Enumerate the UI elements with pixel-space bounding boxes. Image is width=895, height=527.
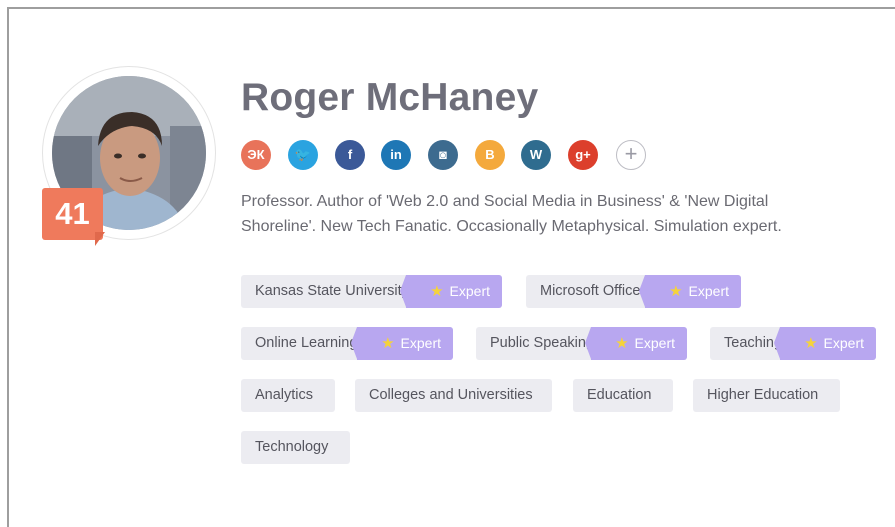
expert-label: Expert xyxy=(688,283,729,299)
skill-chip[interactable]: Analytics xyxy=(241,379,335,412)
instagram-glyph: ◙ xyxy=(439,147,447,162)
facebook-icon[interactable]: f xyxy=(335,140,365,170)
google-plus-icon[interactable]: g+ xyxy=(568,140,598,170)
wordpress-icon[interactable]: W xyxy=(521,140,551,170)
skill-chip[interactable]: Online Learning ★ Expert xyxy=(241,327,453,360)
score-badge-tail xyxy=(95,232,105,246)
skill-label: Analytics xyxy=(255,387,314,403)
skill-chip[interactable]: Colleges and Universities xyxy=(355,379,552,412)
skill-chip[interactable]: Education xyxy=(573,379,673,412)
star-icon: ★ xyxy=(381,335,395,352)
expert-badge: ★ Expert xyxy=(400,275,502,308)
twitter-glyph: 🐦 xyxy=(294,147,312,162)
star-icon: ★ xyxy=(430,283,444,300)
facebook-glyph: f xyxy=(347,147,353,162)
star-icon: ★ xyxy=(804,335,818,352)
skill-chip[interactable]: Kansas State University ★ Expert xyxy=(241,275,502,308)
expert-label: Expert xyxy=(634,335,675,351)
linkedin-glyph: in xyxy=(390,147,402,162)
skill-label: Microsoft Office xyxy=(540,283,641,299)
expert-badge: ★ Expert xyxy=(351,327,453,360)
skill-chip[interactable]: Technology xyxy=(241,431,350,464)
skill-chip[interactable]: Teaching ★ Expert xyxy=(710,327,876,360)
twitter-icon[interactable]: 🐦 xyxy=(288,140,318,170)
blogger-icon[interactable]: B xyxy=(475,140,505,170)
bio-line-2: Shoreline'. New Tech Fanatic. Occasional… xyxy=(241,218,782,235)
skill-label: Colleges and Universities xyxy=(369,387,533,403)
skill-chip[interactable]: Higher Education xyxy=(693,379,840,412)
xing-icon[interactable]: ЭК xyxy=(241,140,271,170)
star-icon: ★ xyxy=(669,283,683,300)
profile-name: Roger McHaney xyxy=(241,76,539,119)
expert-badge: ★ Expert xyxy=(639,275,741,308)
skill-label: Technology xyxy=(255,439,329,455)
wordpress-glyph: W xyxy=(529,147,543,162)
score-badge: 41 xyxy=(42,188,103,240)
skill-label: Kansas State University xyxy=(255,283,409,299)
blogger-glyph: B xyxy=(485,147,495,162)
skill-chip[interactable]: Public Speaking ★ Expert xyxy=(476,327,687,360)
add-glyph: + xyxy=(624,141,638,166)
google-plus-glyph: g+ xyxy=(575,147,591,162)
instagram-icon[interactable]: ◙ xyxy=(428,140,458,170)
star-icon: ★ xyxy=(615,335,629,352)
xing-glyph: ЭК xyxy=(247,147,265,162)
expert-label: Expert xyxy=(400,335,441,351)
expert-badge: ★ Expert xyxy=(585,327,687,360)
skill-chip[interactable]: Microsoft Office ★ Expert xyxy=(526,275,741,308)
expert-label: Expert xyxy=(449,283,490,299)
expert-label: Expert xyxy=(823,335,864,351)
skill-label: Higher Education xyxy=(707,387,819,403)
add-icon[interactable]: + xyxy=(616,140,646,170)
expert-badge: ★ Expert xyxy=(774,327,876,360)
profile-bio: Professor. Author of 'Web 2.0 and Social… xyxy=(241,189,841,239)
skill-label: Education xyxy=(587,387,652,403)
linkedin-icon[interactable]: in xyxy=(381,140,411,170)
bio-line-1: Professor. Author of 'Web 2.0 and Social… xyxy=(241,193,769,210)
